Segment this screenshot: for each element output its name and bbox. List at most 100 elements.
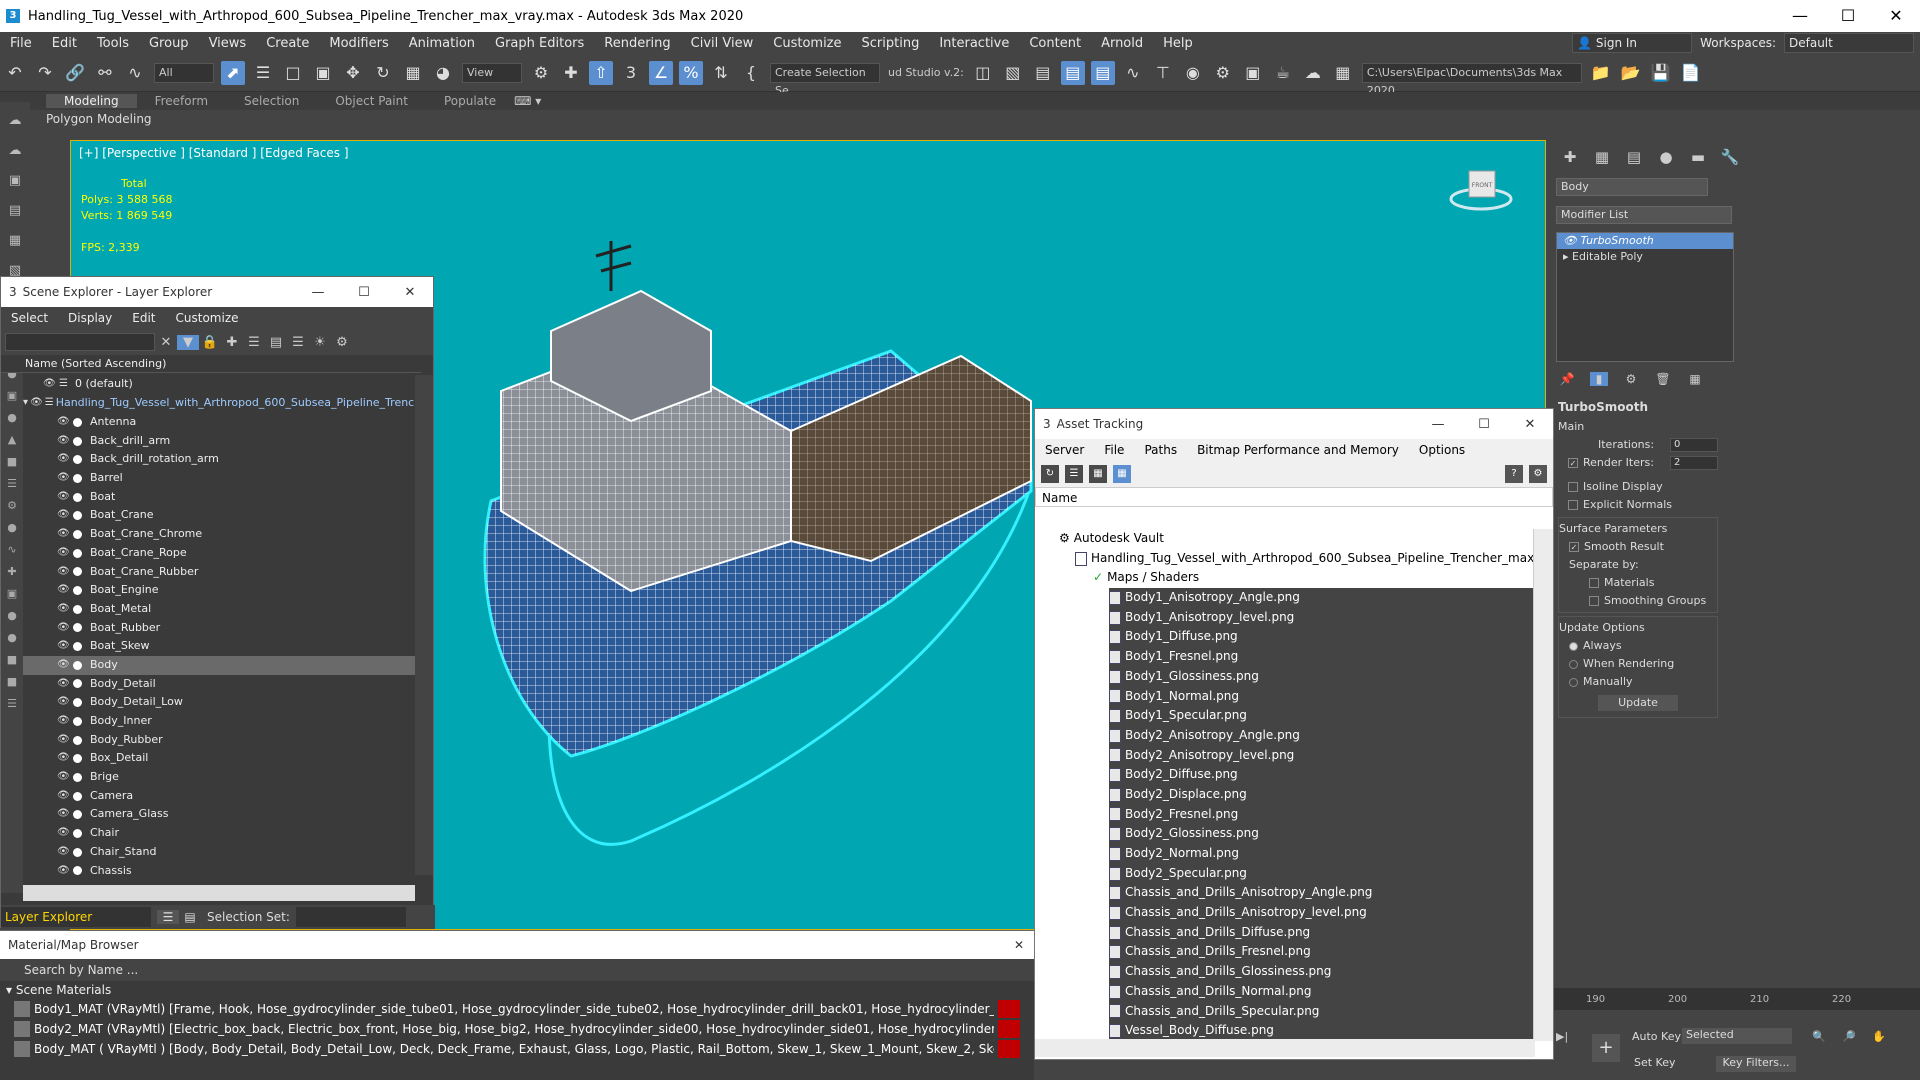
object-row[interactable]: 👁 Antenna bbox=[23, 413, 415, 432]
menu-edit[interactable]: Edit bbox=[122, 311, 165, 325]
modify-tab-icon[interactable]: ▦ bbox=[1592, 148, 1612, 166]
window-crossing-icon[interactable]: ▣ bbox=[311, 61, 335, 85]
motion-icon[interactable]: ▤ bbox=[4, 200, 26, 222]
object-row[interactable]: 👁 Barrel bbox=[23, 469, 415, 488]
eye-icon[interactable]: 👁 bbox=[57, 656, 71, 675]
object-row[interactable]: 👁 Chair bbox=[23, 824, 415, 843]
asset-tracking-titlebar[interactable]: 3 Asset Tracking — ☐ ✕ bbox=[1035, 409, 1553, 439]
map-file-row[interactable]: Chassis_and_Drills_Normal.png bbox=[1109, 981, 1535, 1002]
add-key-icon[interactable]: + bbox=[1592, 1034, 1620, 1062]
scale-icon[interactable]: ▦ bbox=[401, 61, 425, 85]
modify-icon[interactable]: ☁ bbox=[4, 140, 26, 162]
map-file-row[interactable]: Body2_Anisotropy_Angle.png bbox=[1109, 725, 1535, 746]
project-folder-icon[interactable]: 📁 bbox=[1589, 61, 1613, 85]
modifier-list-dropdown[interactable]: Modifier List bbox=[1556, 206, 1732, 224]
tab-selection[interactable]: Selection bbox=[226, 94, 317, 108]
stack-icon[interactable]: ☰ bbox=[287, 335, 309, 350]
menu-arnold[interactable]: Arnold bbox=[1091, 36, 1153, 51]
pan-icon[interactable]: ✋ bbox=[1872, 1030, 1886, 1043]
object-row[interactable]: 👁 Boat_Crane_Rope bbox=[23, 544, 415, 563]
object-row[interactable]: 👁 Body bbox=[23, 655, 415, 675]
eye-icon[interactable]: 👁 bbox=[57, 581, 71, 600]
maps-group-row[interactable]: ✓ Maps / Shaders bbox=[1035, 568, 1535, 588]
map-file-row[interactable]: Body2_Specular.png bbox=[1109, 863, 1535, 884]
snaps-toggle-icon[interactable]: 3 bbox=[619, 61, 643, 85]
object-row[interactable]: 👁 Chair_Stand bbox=[23, 843, 415, 862]
asset-vscrollbar[interactable] bbox=[1533, 529, 1553, 1041]
menu-select[interactable]: Select bbox=[1, 311, 58, 325]
menu-options[interactable]: Options bbox=[1409, 443, 1475, 457]
render-setup-icon[interactable]: ⚙ bbox=[1211, 61, 1235, 85]
workspace-dropdown[interactable]: Default bbox=[1784, 33, 1914, 53]
menu-graph-editors[interactable]: Graph Editors bbox=[485, 36, 594, 51]
link-icon[interactable]: 🔗 bbox=[63, 61, 87, 85]
map-file-row[interactable]: Chassis_and_Drills_Anisotropy_Angle.png bbox=[1109, 883, 1535, 904]
menu-group[interactable]: Group bbox=[139, 36, 199, 51]
keyboard-shortcut-icon[interactable]: ⇧ bbox=[589, 60, 613, 85]
refresh-icon[interactable]: ↻ bbox=[1041, 465, 1059, 483]
eye-icon[interactable]: 👁 bbox=[57, 469, 71, 488]
scene-explorer-icon[interactable]: ▤ bbox=[1031, 61, 1055, 85]
selection-set-dropdown[interactable] bbox=[295, 907, 406, 927]
material-browser-titlebar[interactable]: Material/Map Browser ✕ bbox=[0, 931, 1034, 959]
material-editor-icon[interactable]: ◉ bbox=[1181, 61, 1205, 85]
object-row[interactable]: 👁 Body_Detail bbox=[23, 675, 415, 694]
iterations-spinner[interactable]: 0 bbox=[1670, 438, 1718, 452]
map-file-row[interactable]: Body1_Specular.png bbox=[1109, 706, 1535, 726]
vault-row[interactable]: ⚙ Autodesk Vault bbox=[1035, 529, 1535, 549]
menu-server[interactable]: Server bbox=[1035, 443, 1094, 457]
named-selection-dropdown[interactable]: Create Selection Se bbox=[770, 62, 880, 97]
map-file-row[interactable]: Body1_Glossiness.png bbox=[1109, 666, 1535, 687]
eye-icon[interactable]: 👁 bbox=[57, 432, 71, 451]
menu-file[interactable]: File bbox=[1094, 443, 1134, 457]
render-cloud-icon[interactable]: ☁ bbox=[1301, 61, 1325, 85]
object-row[interactable]: 👁 Boat_Rubber bbox=[23, 619, 415, 638]
render-iters-checkbox[interactable]: ✓ bbox=[1568, 458, 1578, 468]
unlink-icon[interactable]: ⚯ bbox=[93, 61, 117, 85]
close-icon[interactable]: ✕ bbox=[1014, 938, 1024, 952]
eye-icon[interactable]: 👁 bbox=[57, 749, 71, 768]
pin-stack-icon[interactable]: 📌 bbox=[1558, 372, 1576, 386]
zoom-all-icon[interactable]: 🔎 bbox=[1842, 1030, 1856, 1043]
close-icon[interactable]: ✕ bbox=[387, 285, 433, 300]
edit-named-sets-icon[interactable]: { bbox=[739, 61, 763, 85]
eye-icon[interactable]: 👁 bbox=[57, 824, 71, 843]
ribbon-panel-polygon-modeling[interactable]: Polygon Modeling bbox=[40, 110, 170, 130]
map-file-row[interactable]: Body2_Normal.png bbox=[1109, 844, 1535, 864]
menu-interactive[interactable]: Interactive bbox=[929, 36, 1019, 51]
map-file-row[interactable]: Chassis_and_Drills_Diffuse.png bbox=[1109, 922, 1535, 943]
percent-snap-icon[interactable]: % bbox=[679, 60, 703, 85]
object-row[interactable]: 👁 Boat_Engine bbox=[23, 581, 415, 600]
map-file-row[interactable]: Chassis_and_Drills_Specular.png bbox=[1109, 1001, 1535, 1022]
hierarchy-icon[interactable]: ▣ bbox=[4, 170, 26, 192]
maximize-icon[interactable]: ☐ bbox=[1824, 0, 1872, 32]
eye-icon[interactable]: 👁 bbox=[57, 450, 71, 469]
eye-icon[interactable]: 👁 bbox=[57, 637, 71, 656]
material-row[interactable]: Body_MAT ( VRayMtl ) [Body, Body_Detail,… bbox=[14, 1039, 1020, 1059]
ribbon-options-icon[interactable]: ⌨ ▾ bbox=[514, 94, 541, 108]
column-header-name[interactable]: Name bbox=[1035, 487, 1553, 507]
object-row[interactable]: 👁 Back_drill_arm bbox=[23, 432, 415, 451]
layer-row-default[interactable]: 👁 ☰ 0 (default) bbox=[23, 375, 415, 394]
tab-modeling[interactable]: Modeling bbox=[46, 94, 137, 108]
turbosmooth-title[interactable]: TurboSmooth bbox=[1558, 396, 1718, 418]
object-row[interactable]: 👁 Body_Rubber bbox=[23, 731, 415, 750]
object-row[interactable]: 👁 Box_Detail bbox=[23, 749, 415, 768]
materials-checkbox[interactable] bbox=[1589, 578, 1599, 588]
eye-icon[interactable]: 👁 bbox=[57, 600, 71, 619]
render-frame-icon[interactable]: ▣ bbox=[1241, 61, 1265, 85]
project-path-dropdown[interactable]: C:\Users\Elpac\Documents\3ds Max 2020 bbox=[1361, 62, 1582, 97]
select-object-icon[interactable]: ⬈ bbox=[221, 60, 245, 85]
eye-icon[interactable]: 👁 bbox=[57, 787, 71, 806]
eye-icon[interactable]: 👁 bbox=[57, 843, 71, 862]
object-row[interactable]: 👁 Boat_Skew bbox=[23, 637, 415, 656]
utilities-tab-icon[interactable]: 🔧 bbox=[1720, 148, 1740, 166]
layer-row-root[interactable]: ▾ 👁 ☰ Handling_Tug_Vessel_with_Arthropod_60… bbox=[23, 394, 433, 413]
eye-icon[interactable]: 👁 bbox=[57, 712, 71, 731]
stack-item-turbosmooth[interactable]: 👁 TurboSmooth bbox=[1557, 233, 1733, 249]
remove-modifier-icon[interactable]: 🗑 bbox=[1654, 372, 1672, 386]
key-filters-button[interactable]: Key Filters... bbox=[1716, 1056, 1796, 1072]
undo-icon[interactable]: ↶ bbox=[3, 61, 27, 85]
object-row[interactable]: 👁 Boat bbox=[23, 488, 415, 507]
redo-icon[interactable]: ↷ bbox=[33, 61, 57, 85]
